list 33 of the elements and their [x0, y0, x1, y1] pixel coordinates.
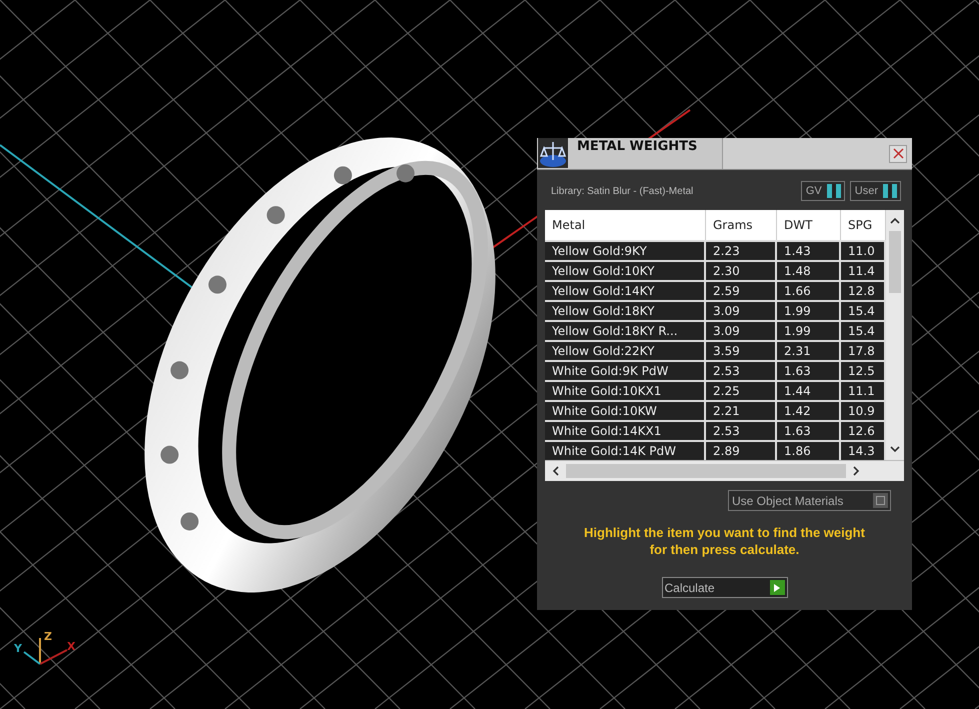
panel-title: METAL WEIGHTS [569, 138, 723, 169]
horizontal-scrollbar[interactable] [545, 460, 904, 481]
scroll-left-icon[interactable] [552, 466, 559, 476]
vertical-scrollbar[interactable] [886, 210, 904, 460]
scroll-right-icon[interactable] [853, 466, 860, 476]
use-object-materials-toggle[interactable]: Use Object Materials [728, 490, 891, 511]
close-icon [892, 148, 904, 159]
toggle-switch[interactable]: User [850, 181, 901, 201]
toggle-switch[interactable]: GV [800, 181, 845, 201]
axis-label: X [67, 640, 76, 653]
table-row[interactable]: Yellow Gold:22KY 3.59 2.31 17.8 [545, 340, 886, 360]
axis-label: Y [14, 642, 22, 655]
scroll-up-icon[interactable] [890, 217, 900, 224]
scroll-thumb[interactable] [889, 231, 901, 293]
scroll-down-icon[interactable] [890, 446, 900, 453]
table-row[interactable]: White Gold:9K PdW 2.53 1.63 12.5 [545, 360, 886, 380]
axis-label: Z [44, 630, 52, 643]
scale-icon [538, 138, 568, 168]
table-row[interactable]: Yellow Gold:9KY 2.23 1.43 11.0 [545, 240, 886, 260]
table-row[interactable]: Yellow Gold:18KY 3.09 1.99 15.4 [545, 300, 886, 320]
scroll-thumb[interactable] [566, 464, 846, 478]
table-row[interactable]: Yellow Gold:14KY 2.59 1.66 12.8 [545, 280, 886, 300]
table-row[interactable]: White Gold:10KW 2.21 1.42 10.9 [545, 400, 886, 420]
library-label: Library: Satin Blur - (Fast)-Metal [551, 186, 694, 196]
table-row[interactable]: White Gold:14KX1 2.53 1.63 12.6 [545, 420, 886, 440]
table-row[interactable]: White Gold:10KX1 2.25 1.44 11.1 [545, 380, 886, 400]
table-row[interactable]: Yellow Gold:10KY 2.30 1.48 11.4 [545, 260, 886, 280]
close-button[interactable] [889, 144, 907, 162]
play-icon [773, 582, 781, 592]
table-row[interactable]: White Gold:14K PdW 2.89 1.86 14.3 [545, 440, 886, 460]
calculate-button[interactable]: Calculate [662, 577, 788, 598]
table-row[interactable]: Yellow Gold:18KY R... 3.09 1.99 15.4 [545, 320, 886, 340]
instruction-text: Highlight the item you want to find the weight for then press calculate. [583, 524, 866, 558]
